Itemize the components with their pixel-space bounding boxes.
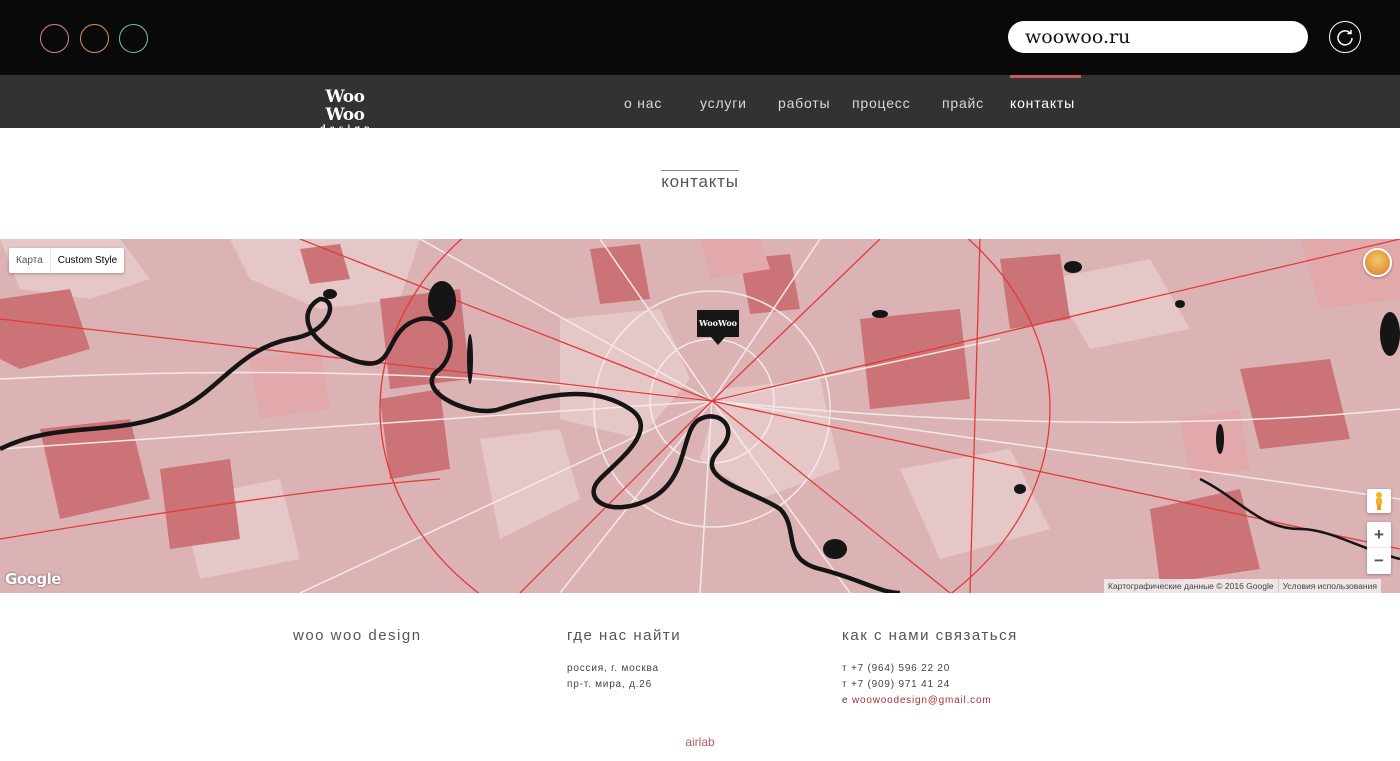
nav-item-process[interactable]: процесс xyxy=(852,95,910,111)
nav-item-prices[interactable]: прайс xyxy=(942,95,984,111)
user-avatar[interactable] xyxy=(1363,248,1392,277)
footer-email-link[interactable]: woowoodesign@gmail.com xyxy=(852,695,991,706)
nav-active-indicator xyxy=(1010,75,1081,78)
nav-item-contacts[interactable]: контакты xyxy=(1010,95,1075,111)
footer-address-line-1: россия, г. москва xyxy=(567,663,659,674)
footer-email-prefix: е xyxy=(842,695,849,706)
nav-item-works[interactable]: работы xyxy=(778,95,830,111)
footer-credit[interactable]: airlab xyxy=(0,735,1400,749)
terms-link[interactable]: Условия использования xyxy=(1277,579,1381,593)
nav-item-about[interactable]: о нас xyxy=(624,95,662,111)
logo-main-text: Woo Woo xyxy=(325,87,365,125)
site-logo[interactable]: Woo Woo design xyxy=(304,88,386,132)
map[interactable]: Карта Custom Style WooWoo + − Google Кар… xyxy=(0,239,1400,593)
page-title: контакты xyxy=(661,170,739,191)
page-title-wrap: контакты xyxy=(0,170,1400,192)
map-canvas[interactable] xyxy=(0,239,1400,593)
footer-email-row: е woowoodesign@gmail.com xyxy=(842,693,991,709)
footer-phone-1[interactable]: т +7 (964) 596 22 20 xyxy=(842,661,950,677)
pegman-icon xyxy=(1376,492,1382,510)
map-marker-tail xyxy=(711,337,725,345)
map-data-credit: Картографические данные © 2016 Google xyxy=(1108,581,1274,591)
map-type-custom-style[interactable]: Custom Style xyxy=(51,248,124,273)
footer-brand-heading: woo woo design xyxy=(293,627,422,644)
zoom-control: + − xyxy=(1367,522,1391,574)
street-view-button[interactable] xyxy=(1367,489,1391,513)
map-type-control: Карта Custom Style xyxy=(9,248,125,273)
map-type-map[interactable]: Карта xyxy=(9,248,51,273)
window-maximize-dot[interactable] xyxy=(119,24,148,53)
footer-address-line-2: пр-т. мира, д.26 xyxy=(567,679,653,690)
address-bar[interactable]: woowoo.ru xyxy=(1008,21,1308,53)
google-logo: Google xyxy=(5,570,61,588)
map-attribution: Картографические данные © 2016 Google Ус… xyxy=(1104,579,1381,593)
map-marker[interactable]: WooWoo xyxy=(697,310,739,337)
window-minimize-dot[interactable] xyxy=(80,24,109,53)
nav-item-services[interactable]: услуги xyxy=(700,95,747,111)
zoom-in-button[interactable]: + xyxy=(1367,522,1391,548)
window-close-dot[interactable] xyxy=(40,24,69,53)
reload-icon xyxy=(1337,30,1353,46)
footer-phone-2[interactable]: т +7 (909) 971 41 24 xyxy=(842,677,950,693)
zoom-out-button[interactable]: − xyxy=(1367,548,1391,574)
logo-sub-text: design xyxy=(320,123,374,133)
footer-contact-heading: как с нами связаться xyxy=(842,627,1018,644)
reload-button[interactable] xyxy=(1329,21,1361,53)
footer-location-heading: где нас найти xyxy=(567,627,682,644)
browser-chrome: woowoo.ru xyxy=(0,0,1400,75)
